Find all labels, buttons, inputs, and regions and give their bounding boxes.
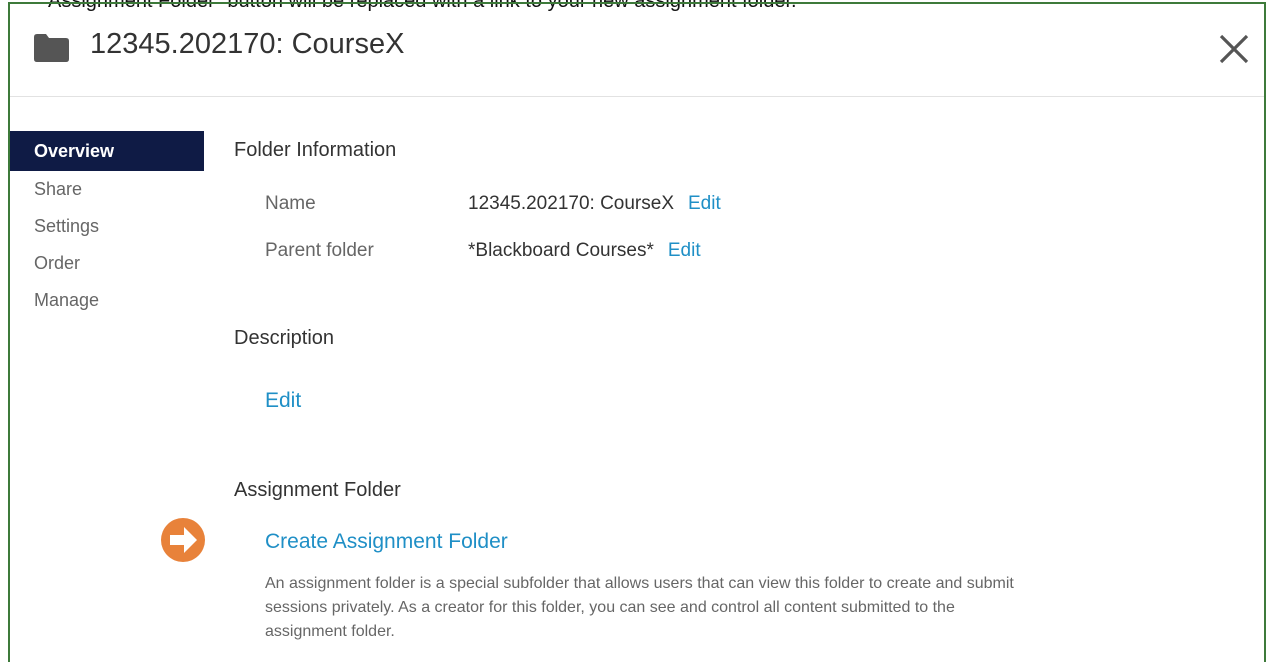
nav-item-share[interactable]: Share xyxy=(10,171,204,208)
assignment-folder-heading: Assignment Folder xyxy=(234,479,401,501)
folder-icon xyxy=(34,34,69,62)
folder-information-heading: Folder Information xyxy=(234,139,397,161)
nav-item-overview[interactable]: Overview xyxy=(10,131,204,171)
screenshot-frame xyxy=(8,2,1266,662)
name-label: Name xyxy=(265,193,316,214)
dialog-header: 12345.202170: CourseX xyxy=(10,4,1264,97)
edit-description-link[interactable]: Edit xyxy=(265,389,301,413)
description-heading: Description xyxy=(234,327,335,349)
name-value: 12345.202170: CourseX xyxy=(468,193,674,214)
name-row: 12345.202170: CourseX Edit xyxy=(468,193,721,215)
edit-parent-folder-link[interactable]: Edit xyxy=(668,240,701,261)
nav-item-settings[interactable]: Settings xyxy=(10,208,204,245)
nav-item-manage[interactable]: Manage xyxy=(10,282,204,319)
create-assignment-folder-link[interactable]: Create Assignment Folder xyxy=(265,530,508,554)
close-icon[interactable] xyxy=(1216,31,1252,67)
arrow-right-circle-icon xyxy=(161,518,205,562)
dialog-title: 12345.202170: CourseX xyxy=(90,28,405,60)
parent-folder-row: *Blackboard Courses* Edit xyxy=(468,240,701,262)
nav-item-order[interactable]: Order xyxy=(10,245,204,282)
sidebar-nav: Overview Share Settings Order Manage xyxy=(10,131,204,319)
assignment-folder-description: An assignment folder is a special subfol… xyxy=(265,575,1014,640)
parent-folder-label: Parent folder xyxy=(265,240,374,261)
edit-name-link[interactable]: Edit xyxy=(688,193,721,214)
parent-folder-value: *Blackboard Courses* xyxy=(468,240,654,261)
